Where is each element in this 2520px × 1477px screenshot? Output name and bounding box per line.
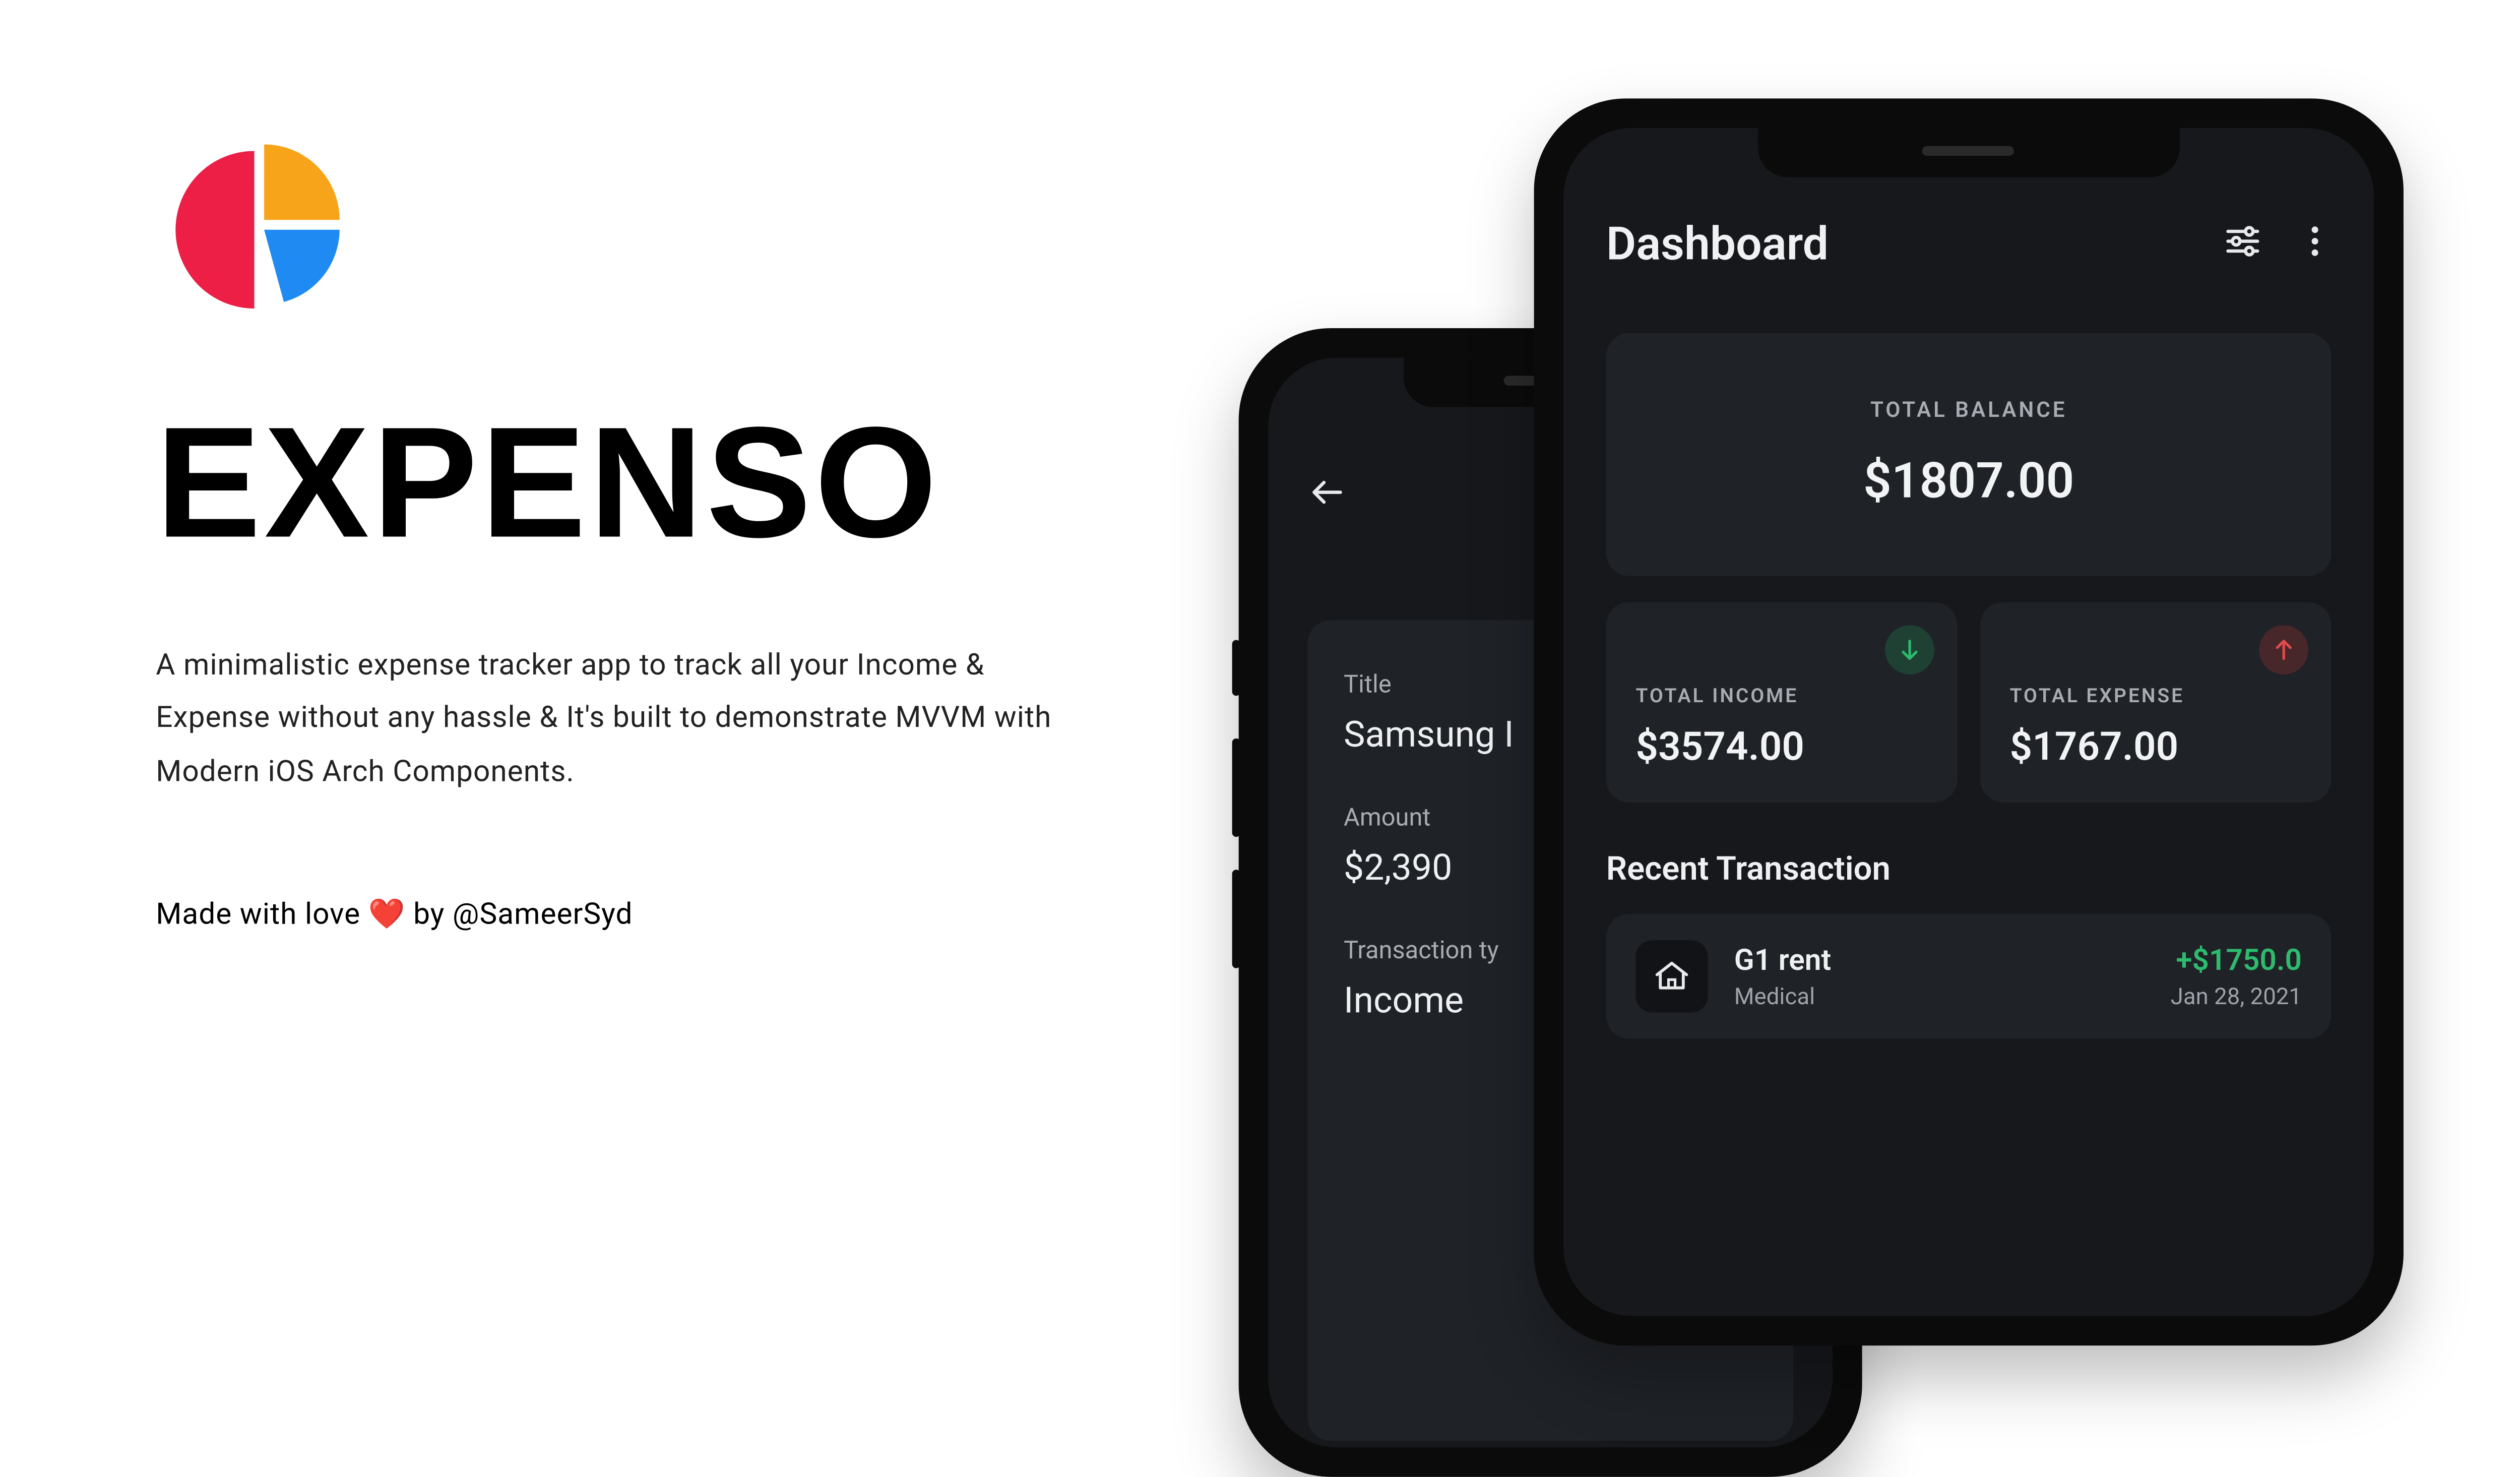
settings-sliders-icon[interactable] [2223, 221, 2262, 267]
transaction-amount: +$1750.0 [2171, 943, 2302, 977]
page-title: Dashboard [1606, 217, 1829, 271]
house-icon [1635, 940, 1708, 1012]
app-logo [156, 131, 353, 328]
phone-mock-front: Dashboard [1534, 98, 2404, 1345]
transaction-date: Jan 28, 2021 [2171, 983, 2302, 1010]
balance-amount: $1807.00 [1639, 453, 2299, 510]
expense-amount: $1767.00 [2010, 724, 2302, 770]
income-label: TOTAL INCOME [1635, 684, 1927, 707]
transaction-category: Medical [1734, 983, 2145, 1010]
credit-line: Made with love ❤️ by @SameerSyd [156, 898, 1140, 932]
overflow-menu-icon[interactable] [2299, 221, 2332, 267]
recent-transactions-label: Recent Transaction [1606, 848, 2332, 888]
transaction-row[interactable]: G1 rent Medical +$1750.0 Jan 28, 2021 [1606, 914, 2332, 1038]
expense-label: TOTAL EXPENSE [2010, 684, 2302, 707]
marketing-panel: EXPENSO A minimalistic expense tracker a… [156, 131, 1140, 932]
arrow-up-icon [2259, 625, 2308, 674]
transaction-title: G1 rent [1734, 943, 2145, 977]
app-description: A minimalistic expense tracker app to tr… [156, 640, 1075, 799]
balance-label: TOTAL BALANCE [1639, 399, 2299, 423]
app-header: Dashboard [1606, 217, 2332, 271]
arrow-down-icon [1885, 625, 1934, 674]
income-amount: $3574.00 [1635, 724, 1927, 770]
balance-card: TOTAL BALANCE $1807.00 [1606, 333, 2332, 576]
app-title: EXPENSO [156, 394, 1140, 574]
income-card[interactable]: TOTAL INCOME $3574.00 [1606, 602, 1958, 803]
expense-card[interactable]: TOTAL EXPENSE $1767.00 [1980, 602, 2332, 803]
